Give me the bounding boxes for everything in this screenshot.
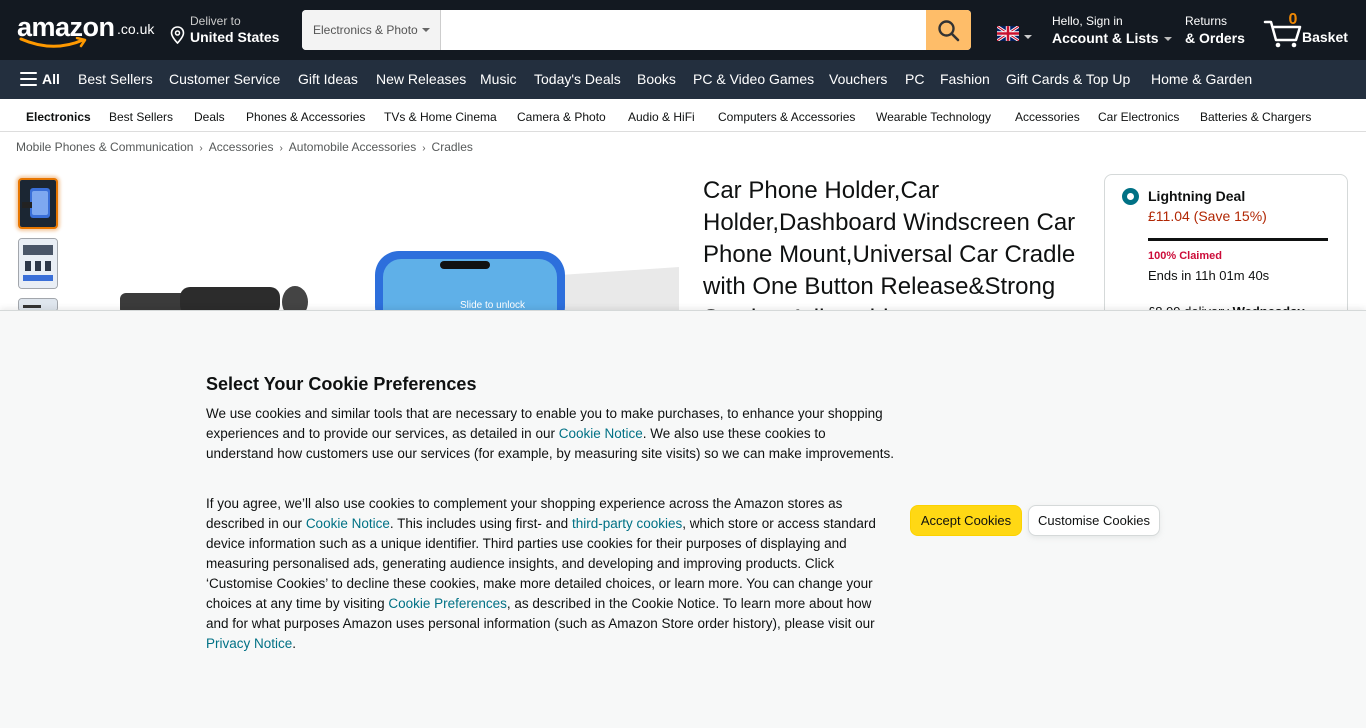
nav-item-music[interactable]: Music	[480, 71, 517, 87]
logo-smile-icon	[19, 37, 87, 48]
deliver-label: Deliver to	[190, 14, 241, 28]
accept-cookies-button[interactable]: Accept Cookies	[910, 505, 1022, 536]
claimed-progress-bar	[1148, 238, 1328, 241]
logo-tld: .co.uk	[117, 21, 155, 37]
subnav-batteries-chargers[interactable]: Batteries & Chargers	[1200, 110, 1311, 124]
customise-cookies-button[interactable]: Customise Cookies	[1028, 505, 1160, 536]
account-label: Account & Lists	[1052, 30, 1159, 46]
cookie-heading: Select Your Cookie Preferences	[206, 374, 477, 394]
cookie-consent-banner: Select Your Cookie Preferences We use co…	[0, 310, 1366, 728]
subnav-deals[interactable]: Deals	[194, 110, 225, 124]
phone-holder-thumbnail-image	[20, 180, 56, 227]
nav-item-books[interactable]: Books	[637, 71, 676, 87]
nav-all[interactable]: All	[42, 71, 60, 87]
claimed-status: 100% Claimed	[1148, 250, 1222, 262]
nav-item-best-sellers[interactable]: Best Sellers	[78, 71, 153, 87]
returns-orders-link[interactable]: Returns & Orders	[1185, 14, 1245, 46]
orders-label: & Orders	[1185, 30, 1245, 46]
cookie-notice-link[interactable]: Cookie Notice	[306, 516, 390, 531]
search-submit-button[interactable]	[926, 10, 971, 50]
nav-item-pc[interactable]: PC	[905, 71, 924, 87]
product-main-image[interactable]: Slide to unlock	[90, 175, 679, 315]
nav-item-gift-ideas[interactable]: Gift Ideas	[298, 71, 358, 87]
basket-button[interactable]: 0 Basket	[1263, 11, 1353, 48]
holder-variants-thumbnail-image	[19, 239, 57, 288]
cart-icon	[1263, 20, 1302, 48]
top-header: amazon .co.uk Deliver to United States E…	[0, 0, 1366, 60]
subnav-phones-accessories[interactable]: Phones & Accessories	[246, 110, 365, 124]
search-input[interactable]	[442, 10, 926, 50]
language-caret-icon[interactable]	[1024, 35, 1032, 39]
lightning-deal-label: Lightning Deal	[1148, 188, 1246, 204]
search-category-dropdown[interactable]: Electronics & Photo	[302, 10, 441, 50]
nav-item-home-garden[interactable]: Home & Garden	[1151, 71, 1252, 87]
subnav-wearable-technology[interactable]: Wearable Technology	[876, 110, 991, 124]
nav-item-customer-service[interactable]: Customer Service	[169, 71, 280, 87]
third-party-cookies-link[interactable]: third-party cookies	[572, 516, 682, 531]
cookie-paragraph-2: If you agree, we’ll also use cookies to …	[206, 494, 896, 654]
search-category-label: Electronics & Photo	[313, 23, 418, 37]
nav-item-vouchers[interactable]: Vouchers	[829, 71, 887, 87]
cookie-text: . This includes using first- and	[389, 516, 572, 531]
subnav-camera-photo[interactable]: Camera & Photo	[517, 110, 606, 124]
breadcrumb-item[interactable]: Mobile Phones & Communication	[16, 140, 193, 154]
breadcrumb-item[interactable]: Automobile Accessories	[289, 140, 416, 154]
search-bar: Electronics & Photo	[302, 10, 971, 50]
search-icon	[938, 20, 960, 42]
cookie-preferences-link[interactable]: Cookie Preferences	[388, 596, 507, 611]
subnav-audio-hifi[interactable]: Audio & HiFi	[628, 110, 695, 124]
amazon-logo[interactable]: amazon .co.uk	[17, 12, 154, 48]
cookie-text: .	[292, 636, 297, 651]
account-greeting: Hello, Sign in	[1052, 14, 1123, 28]
nav-item-fashion[interactable]: Fashion	[940, 71, 990, 87]
cookie-notice-link[interactable]: Cookie Notice	[559, 426, 643, 441]
main-nav: All Best Sellers Customer Service Gift I…	[0, 60, 1366, 99]
chevron-right-icon: ›	[199, 143, 203, 154]
returns-label: Returns	[1185, 14, 1228, 28]
deal-countdown: Ends in 11h 01m 40s	[1148, 268, 1270, 283]
hamburger-menu-icon[interactable]	[20, 72, 37, 86]
nav-item-todays-deals[interactable]: Today's Deals	[534, 71, 621, 87]
subnav-accessories[interactable]: Accessories	[1015, 110, 1080, 124]
chevron-right-icon: ›	[422, 143, 426, 154]
location-pin-icon	[170, 26, 185, 44]
product-thumbnail[interactable]	[18, 178, 58, 229]
nav-item-gift-cards[interactable]: Gift Cards & Top Up	[1006, 71, 1130, 87]
deal-price: £11.04 (Save 15%)	[1148, 208, 1267, 224]
product-title: Car Phone Holder,Car Holder,Dashboard Wi…	[703, 177, 1076, 315]
category-subnav: Electronics Best Sellers Deals Phones & …	[0, 99, 1366, 132]
breadcrumb: Mobile Phones & Communication › Accessorie…	[16, 140, 473, 154]
car-phone-holder-image: Slide to unlock	[120, 251, 679, 315]
privacy-notice-link[interactable]: Privacy Notice	[206, 636, 292, 651]
product-thumbnail[interactable]	[18, 238, 58, 289]
chevron-right-icon: ›	[279, 143, 283, 154]
deal-radio-button[interactable]	[1122, 188, 1139, 205]
deliver-location: United States	[190, 29, 280, 45]
basket-label: Basket	[1302, 29, 1348, 45]
nav-item-new-releases[interactable]: New Releases	[376, 71, 466, 87]
subnav-car-electronics[interactable]: Car Electronics	[1098, 110, 1179, 124]
breadcrumb-item[interactable]: Cradles	[432, 140, 473, 154]
subnav-best-sellers[interactable]: Best Sellers	[109, 110, 173, 124]
subnav-tvs-home-cinema[interactable]: TVs & Home Cinema	[384, 110, 497, 124]
caret-down-icon	[1163, 37, 1172, 42]
subnav-computers-accessories[interactable]: Computers & Accessories	[718, 110, 855, 124]
account-lists-menu[interactable]: Hello, Sign in Account & Lists	[1052, 14, 1172, 46]
uk-flag-icon[interactable]	[997, 26, 1019, 41]
nav-item-pc-video-games[interactable]: PC & Video Games	[693, 71, 814, 87]
caret-down-icon	[422, 28, 430, 32]
cookie-paragraph-1: We use cookies and similar tools that ar…	[206, 404, 896, 464]
subnav-electronics[interactable]: Electronics	[26, 110, 91, 124]
breadcrumb-item[interactable]: Accessories	[209, 140, 274, 154]
